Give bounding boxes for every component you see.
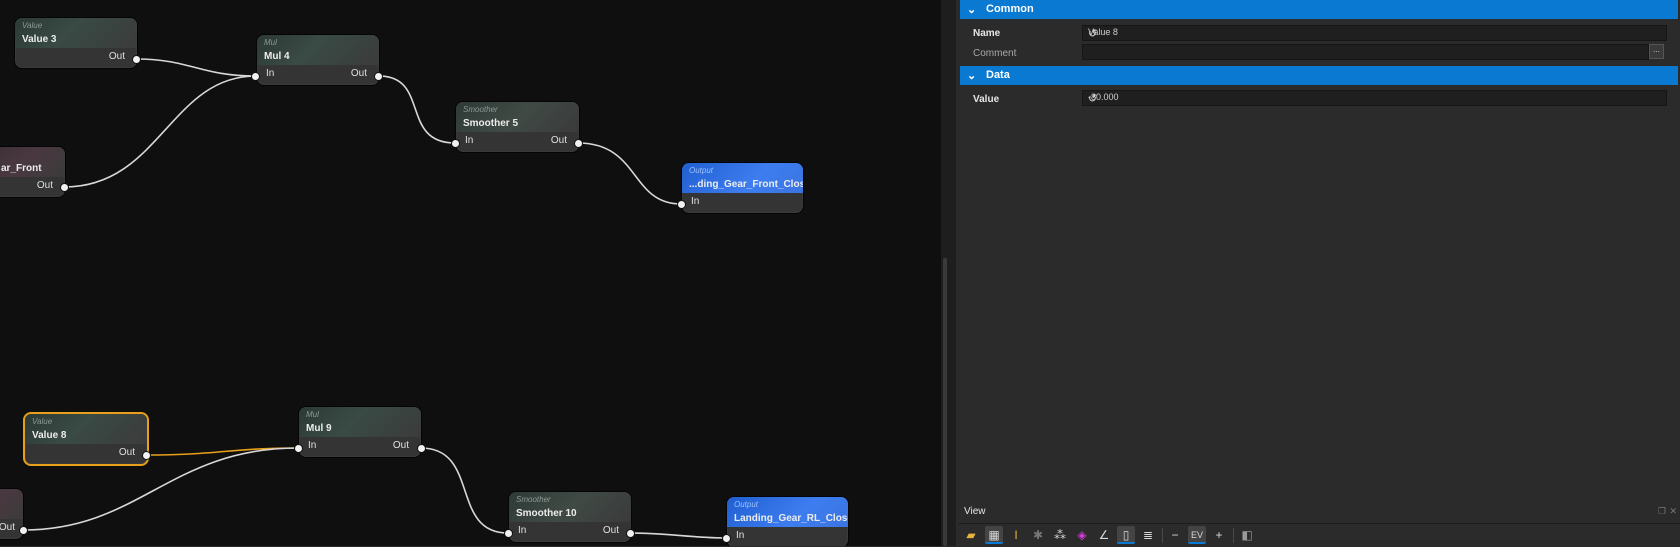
- output-port-label: Out: [392, 440, 409, 451]
- comment-field[interactable]: [1082, 44, 1649, 60]
- nodes-icon[interactable]: ⁂: [1051, 526, 1069, 544]
- node-title: ar_Front: [1, 163, 42, 174]
- port-value8-out[interactable]: [142, 451, 151, 460]
- restore-icon[interactable]: ❐: [1658, 506, 1666, 517]
- folder-icon[interactable]: ▰: [962, 526, 980, 544]
- node-title: Mul 4: [264, 51, 290, 62]
- port-mul9-out[interactable]: [417, 444, 426, 453]
- chevron-down-icon[interactable]: ⌄: [967, 3, 976, 16]
- input-port-label: In: [736, 530, 745, 541]
- camera-icon[interactable]: ◧: [1238, 526, 1256, 544]
- port-value3-out[interactable]: [132, 55, 141, 64]
- node-output-front-close[interactable]: Output ...ding_Gear_Front_Close In: [681, 162, 804, 214]
- node-graph-canvas[interactable]: Value Value 3 Out Mul Mul 4 In Out Smoother…: [0, 0, 941, 546]
- node-mul-9[interactable]: Mul Mul 9 In Out: [298, 406, 422, 458]
- output-port-label: Out: [602, 525, 619, 536]
- node-value-8[interactable]: Value Value 8 Out: [23, 412, 149, 466]
- node-title: ...ding_Gear_Front_Close: [689, 179, 804, 190]
- close-icon[interactable]: ✕: [1669, 506, 1677, 517]
- input-port-label: In: [308, 440, 317, 451]
- port-mul4-out[interactable]: [374, 72, 383, 81]
- wire-smoother5-output: [577, 142, 682, 205]
- section-title: Common: [986, 3, 1034, 15]
- port-mul4-in[interactable]: [251, 72, 260, 81]
- cursor-text-icon[interactable]: I: [1007, 526, 1025, 544]
- port-smoother10-out[interactable]: [626, 529, 635, 538]
- port-output-rl-in[interactable]: [722, 534, 731, 543]
- wire-mul9-smoother10: [420, 447, 509, 534]
- wire-gearfront-mul4: [63, 75, 257, 188]
- toolbar-separator: [1233, 528, 1234, 543]
- comment-more-button[interactable]: ...: [1649, 44, 1664, 59]
- comment-label: Comment: [973, 48, 1017, 59]
- port-smoother5-in[interactable]: [451, 139, 460, 148]
- node-type-label: Mul: [264, 38, 277, 47]
- graph-scrollbar[interactable]: [943, 258, 947, 546]
- angle-icon[interactable]: ∠: [1095, 526, 1113, 544]
- node-value-3[interactable]: Value Value 3 Out: [14, 17, 138, 69]
- output-port-label: Out: [0, 522, 15, 533]
- output-port-label: Out: [550, 135, 567, 146]
- node-output-rl-close[interactable]: Output Landing_Gear_RL_Close In: [726, 496, 849, 546]
- node-type-label: Mul: [306, 410, 319, 419]
- ev-icon[interactable]: EV: [1188, 526, 1206, 544]
- output-port-label: Out: [36, 180, 53, 191]
- value-field[interactable]: -80.000 ↺: [1082, 90, 1667, 106]
- section-title: Data: [986, 69, 1010, 81]
- reset-icon[interactable]: ↺: [1088, 27, 1663, 40]
- wire-mul4-smoother5: [378, 75, 456, 144]
- output-port-label: Out: [350, 68, 367, 79]
- node-type-label: Smoother: [516, 495, 551, 504]
- node-smoother-5[interactable]: Smoother Smoother 5 In Out: [455, 101, 580, 153]
- input-port-label: In: [465, 135, 474, 146]
- port-smoother10-in[interactable]: [504, 529, 513, 538]
- skeleton-icon[interactable]: ✱: [1029, 526, 1047, 544]
- output-port-label: Out: [108, 51, 125, 62]
- zoom-out-icon[interactable]: −: [1166, 526, 1184, 544]
- mouse-icon[interactable]: ▯: [1117, 526, 1135, 544]
- node-mul-4[interactable]: Mul Mul 4 In Out: [256, 34, 380, 86]
- toolbar-separator: [1162, 528, 1163, 543]
- input-port-label: In: [691, 196, 700, 207]
- properties-panel: ⌄ Common Name Value 8 ↺ Comment ... ⌄ Da…: [958, 0, 1680, 496]
- zoom-in-icon[interactable]: +: [1210, 526, 1228, 544]
- name-label: Name: [973, 28, 1001, 39]
- chevron-down-icon[interactable]: ⌄: [967, 69, 976, 82]
- node-gear-front[interactable]: ar_Front Out: [0, 146, 66, 198]
- node-title: Value 8: [32, 430, 67, 441]
- port-output-front-in[interactable]: [677, 200, 686, 209]
- node-title: Smoother 10: [516, 508, 577, 519]
- value-label: Value: [973, 94, 1000, 105]
- node-type-label: Output: [734, 500, 759, 509]
- list-icon[interactable]: ≣: [1139, 526, 1157, 544]
- view-panel-header: View ❐ ✕: [958, 503, 1680, 521]
- input-port-label: In: [518, 525, 527, 536]
- grid-icon[interactable]: ▦: [985, 526, 1003, 544]
- cube-icon[interactable]: ◈: [1073, 526, 1091, 544]
- section-data[interactable]: ⌄ Data: [960, 66, 1678, 85]
- wire-smoother10-output: [629, 532, 727, 539]
- node-type-label: Output: [689, 166, 714, 175]
- wire-value3-mul4: [135, 58, 257, 77]
- view-toolbar: ▰ ▦ I ✱ ⁂ ◈ ∠ ▯ ≣ − EV + ◧: [958, 523, 1680, 547]
- port-smoother5-out[interactable]: [574, 139, 583, 148]
- output-port-label: Out: [118, 447, 135, 458]
- node-title: Value 3: [22, 34, 57, 45]
- port-partial-out[interactable]: [19, 526, 28, 535]
- port-mul9-in[interactable]: [294, 444, 303, 453]
- node-type-label: Smoother: [463, 105, 498, 114]
- node-smoother-10[interactable]: Smoother Smoother 10 In Out: [508, 491, 632, 543]
- section-common[interactable]: ⌄ Common: [960, 0, 1678, 19]
- reset-icon[interactable]: ↺: [1088, 92, 1663, 105]
- node-title: Mul 9: [306, 423, 332, 434]
- node-title: Landing_Gear_RL_Close: [734, 513, 849, 524]
- view-title: View: [964, 506, 986, 517]
- node-title: Smoother 5: [463, 118, 519, 129]
- node-type-label: Value: [22, 21, 43, 30]
- name-field[interactable]: Value 8 ↺: [1082, 25, 1667, 41]
- port-gearfront-out[interactable]: [60, 183, 69, 192]
- node-type-label: Value: [32, 417, 53, 426]
- input-port-label: In: [266, 68, 275, 79]
